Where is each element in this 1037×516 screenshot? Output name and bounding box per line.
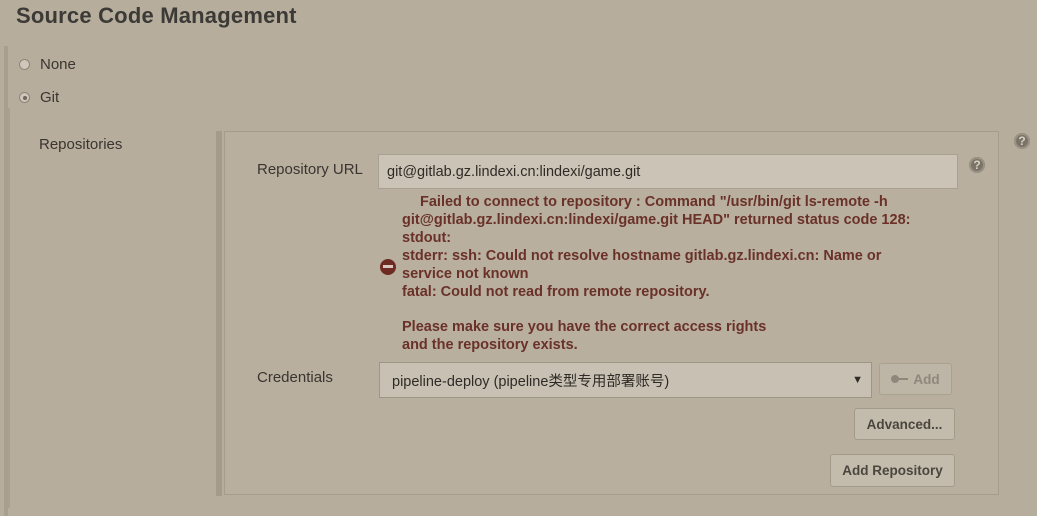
add-repository-button[interactable]: Add Repository (830, 454, 955, 487)
error-line-3: stdout: (402, 230, 452, 246)
chevron-down-icon: ▼ (852, 374, 863, 386)
repositories-label: Repositories (39, 136, 123, 153)
credentials-select[interactable]: pipeline-deploy (pipeline类型专用部署账号) ▼ (379, 362, 872, 398)
advanced-button[interactable]: Advanced... (854, 408, 955, 440)
error-line-8: and the repository exists. (402, 337, 578, 353)
scm-option-git[interactable]: Git (19, 89, 59, 106)
repository-panel-handle (216, 131, 222, 496)
key-icon (891, 375, 909, 383)
radio-none[interactable] (19, 59, 30, 70)
credentials-label: Credentials (257, 369, 333, 386)
error-line-1: Failed to connect to repository : Comman… (420, 194, 888, 210)
error-icon (380, 258, 396, 275)
repository-url-input[interactable] (378, 154, 958, 189)
help-glyph: ? (973, 158, 981, 172)
help-glyph: ? (1018, 134, 1026, 148)
add-credentials-label: Add (913, 371, 940, 387)
error-text: Failed to connect to repository : Comman… (402, 193, 910, 354)
credentials-selected-value: pipeline-deploy (pipeline类型专用部署账号) (392, 373, 670, 390)
git-options-divider (8, 108, 10, 508)
advanced-label: Advanced... (866, 416, 943, 432)
add-credentials-button[interactable]: Add (879, 363, 952, 395)
repository-url-help-icon[interactable]: ? (969, 157, 985, 173)
scm-option-none[interactable]: None (19, 56, 76, 73)
add-repository-label: Add Repository (842, 463, 943, 478)
section-title: Source Code Management (16, 3, 297, 28)
error-line-4: stderr: ssh: Could not resolve hostname … (402, 248, 882, 264)
repository-url-label: Repository URL (257, 161, 363, 178)
radio-git[interactable] (19, 92, 30, 103)
radio-none-label: None (40, 56, 76, 73)
repositories-help-icon[interactable]: ? (1014, 133, 1030, 149)
error-line-6: fatal: Could not read from remote reposi… (402, 284, 710, 300)
error-line-7: Please make sure you have the correct ac… (402, 319, 767, 335)
radio-git-label: Git (40, 89, 60, 106)
error-gap (402, 301, 910, 318)
error-line-5: service not known (402, 266, 529, 282)
error-line-2: git@gitlab.gz.lindexi.cn:lindexi/game.gi… (402, 212, 911, 228)
repository-error-message: Failed to connect to repository : Comman… (380, 193, 960, 354)
